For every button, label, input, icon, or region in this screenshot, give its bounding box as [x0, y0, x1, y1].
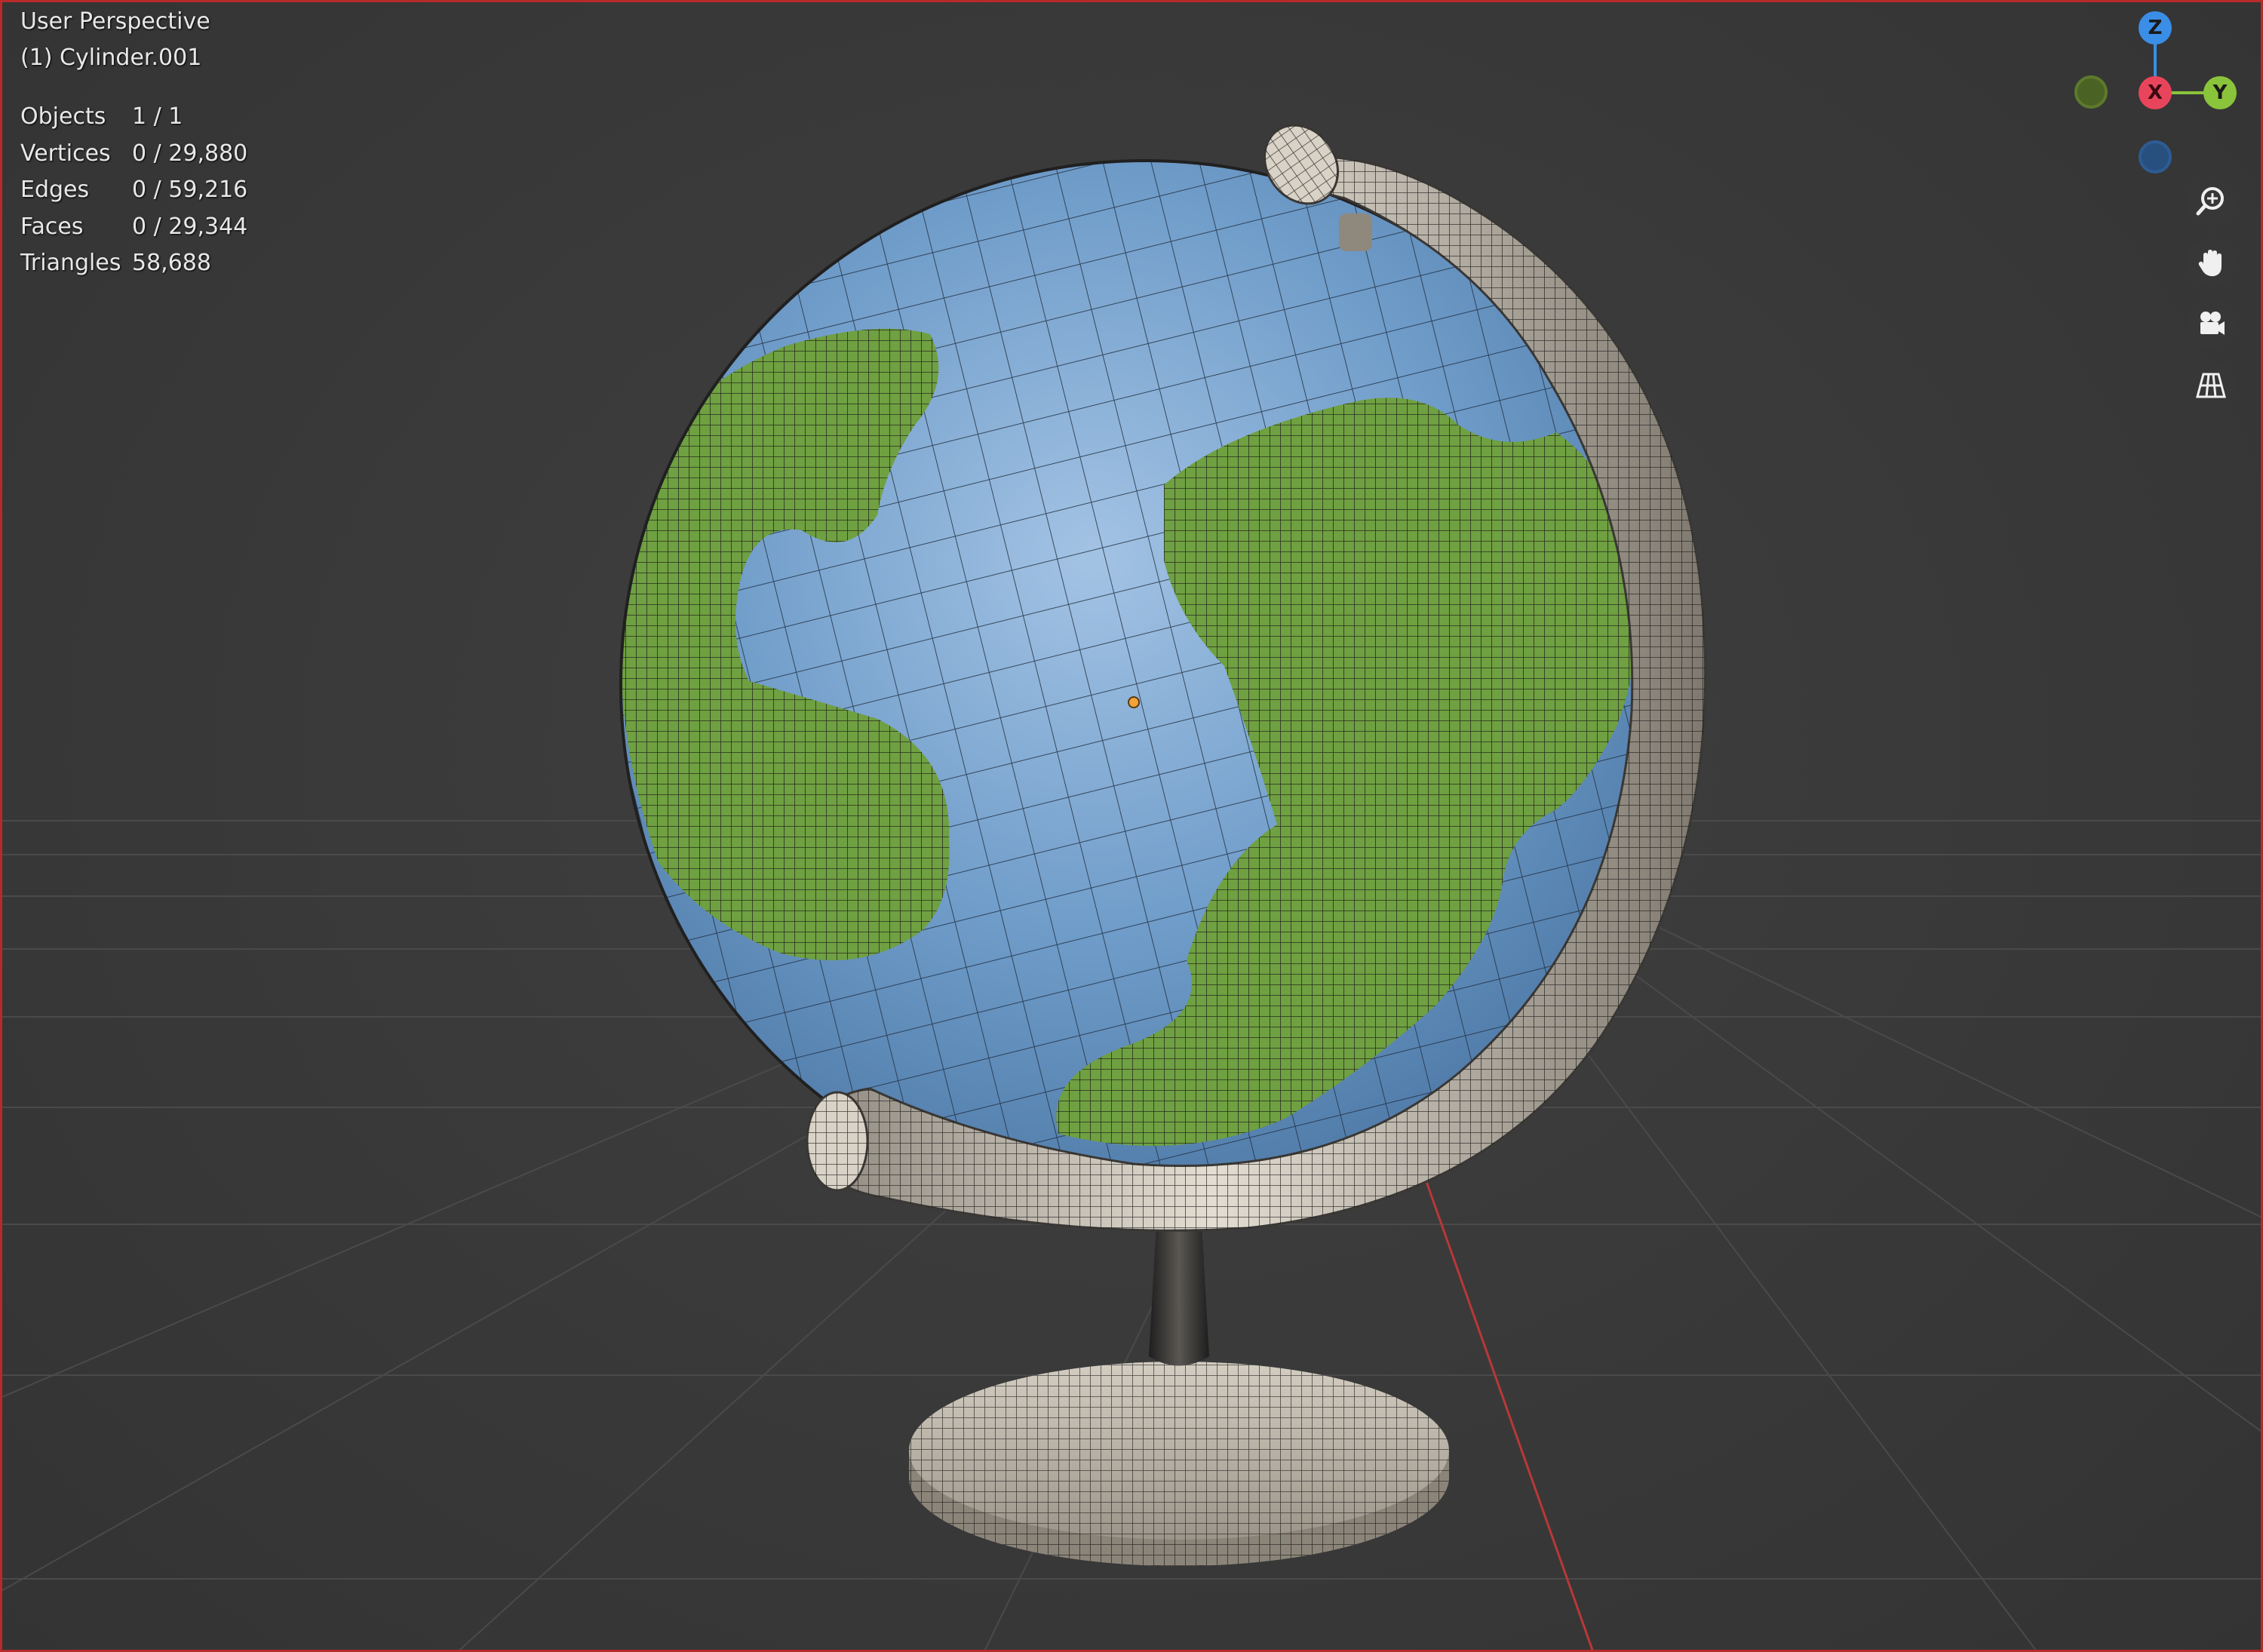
stat-label: Triangles — [20, 250, 121, 277]
stat-value: 0 / 29,344 — [132, 213, 248, 240]
viewport-scene[interactable] — [2, 2, 2263, 1652]
stat-row-faces: Faces 0 / 29,344 — [20, 209, 247, 246]
stat-label: Faces — [20, 213, 84, 240]
gizmo-x-ball[interactable]: X — [2139, 76, 2172, 109]
stat-value: 0 / 59,216 — [132, 177, 248, 204]
camera-view-button[interactable] — [2187, 299, 2235, 348]
stat-label: Objects — [20, 103, 106, 130]
3d-viewport[interactable]: User Perspective (1) Cylinder.001 Object… — [0, 0, 2263, 1652]
stat-value: 1 / 1 — [132, 103, 183, 130]
zoom-icon — [2196, 187, 2224, 216]
gizmo-z-ball[interactable]: Z — [2139, 11, 2172, 45]
active-object-label: (1) Cylinder.001 — [20, 45, 202, 71]
stat-row-vertices: Vertices 0 / 29,880 — [20, 136, 247, 173]
navigation-gizmo[interactable]: Z Y X — [2062, 2, 2250, 183]
perspective-toggle-button[interactable] — [2187, 361, 2235, 409]
zoom-button[interactable] — [2187, 177, 2235, 226]
stat-label: Edges — [20, 177, 90, 204]
object-origin — [1128, 696, 1140, 708]
stat-value: 0 / 29,880 — [132, 140, 248, 167]
stat-row-triangles: Triangles 58,688 — [20, 245, 247, 282]
camera-icon — [2200, 312, 2225, 335]
statistics-overlay: Objects 1 / 1 Vertices 0 / 29,880 Edges … — [20, 99, 247, 282]
gizmo-y-ball[interactable]: Y — [2203, 76, 2237, 109]
gizmo-neg-y-ball[interactable] — [2074, 75, 2108, 109]
stat-label: Vertices — [20, 140, 111, 167]
hand-pan-icon — [2198, 250, 2222, 277]
stat-value: 58,688 — [132, 250, 211, 277]
stat-row-edges: Edges 0 / 59,216 — [20, 172, 247, 209]
stat-row-objects: Objects 1 / 1 — [20, 99, 247, 136]
view-name-label: User Perspective — [20, 8, 210, 35]
gizmo-neg-z-ball[interactable] — [2139, 140, 2172, 173]
grid-perspective-icon — [2196, 373, 2226, 398]
pan-button[interactable] — [2187, 238, 2235, 287]
